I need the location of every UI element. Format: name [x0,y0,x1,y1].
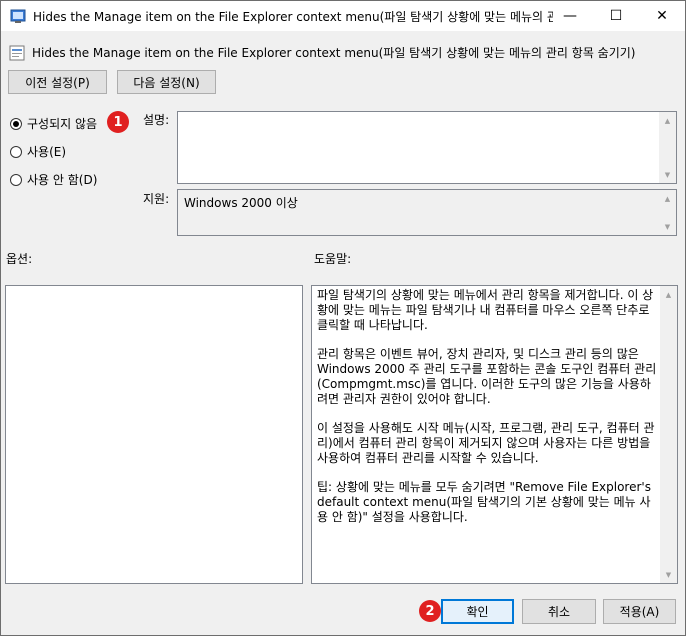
policy-page-icon [9,45,25,61]
options-panel [5,285,303,584]
radio-not-configured[interactable]: 구성되지 않음 [10,115,97,132]
title-bar[interactable]: Hides the Manage item on the File Explor… [1,1,685,31]
scroll-down-icon[interactable]: ▼ [659,166,676,183]
policy-setting-icon [10,9,26,23]
supported-on-field: Windows 2000 이상 ▲ ▼ [177,189,677,236]
supported-scrollbar[interactable]: ▲ ▼ [659,190,676,235]
radio-dot[interactable] [10,173,22,186]
callout-badge-2: 2 [419,600,441,622]
radio-dot[interactable] [10,117,22,130]
comment-textarea[interactable]: ▲ ▼ [177,111,677,184]
help-text: 파일 탐색기의 상황에 맞는 메뉴에서 관리 항목을 제거합니다. 이 상황에 … [317,288,657,539]
scroll-down-icon[interactable]: ▼ [659,218,676,235]
options-section-label: 옵션: [6,252,33,266]
previous-setting-button[interactable]: 이전 설정(P) [8,70,107,94]
scroll-up-icon[interactable]: ▲ [659,112,676,129]
supported-on-value: Windows 2000 이상 [184,196,298,210]
next-setting-button[interactable]: 다음 설정(N) [117,70,216,94]
maximize-button[interactable]: ☐ [593,1,639,31]
help-scrollbar[interactable]: ▲ ▼ [660,286,677,583]
radio-label: 사용 안 함(D) [27,173,98,187]
help-section-label: 도움말: [314,252,352,266]
comment-scrollbar[interactable]: ▲ ▼ [659,112,676,183]
cancel-button[interactable]: 취소 [522,599,596,624]
close-button[interactable]: ✕ [639,1,685,31]
radio-disabled[interactable]: 사용 안 함(D) [10,171,97,188]
policy-dialog-window: Hides the Manage item on the File Explor… [0,0,686,636]
radio-enabled[interactable]: 사용(E) [10,143,66,160]
help-paragraph: 파일 탐색기의 상황에 맞는 메뉴에서 관리 항목을 제거합니다. 이 상황에 … [317,288,654,332]
scroll-up-icon[interactable]: ▲ [660,286,677,303]
window-title: Hides the Manage item on the File Explor… [33,10,553,24]
comment-label: 설명: [143,113,170,127]
scroll-down-icon[interactable]: ▼ [660,566,677,583]
help-paragraph: 관리 항목은 이벤트 뷰어, 장치 관리자, 및 디스크 관리 등의 많은 Wi… [317,347,657,406]
minimize-button[interactable]: — [547,1,593,31]
help-paragraph: 이 설정을 사용해도 시작 메뉴(시작, 프로그램, 관리 도구, 컴퓨터 관리… [317,421,655,465]
supported-on-label: 지원: [143,192,170,206]
radio-label: 사용(E) [27,145,67,159]
callout-badge-1: 1 [107,111,129,133]
help-paragraph: 팁: 상황에 맞는 메뉴를 모두 숨기려면 "Remove File Explo… [317,480,651,524]
scroll-up-icon[interactable]: ▲ [659,190,676,207]
help-panel: 파일 탐색기의 상황에 맞는 메뉴에서 관리 항목을 제거합니다. 이 상황에 … [311,285,678,584]
radio-label: 구성되지 않음 [27,117,98,131]
apply-button[interactable]: 적용(A) [603,599,676,624]
radio-dot[interactable] [10,145,22,158]
policy-heading: Hides the Manage item on the File Explor… [32,46,636,60]
ok-button[interactable]: 확인 [441,599,514,624]
